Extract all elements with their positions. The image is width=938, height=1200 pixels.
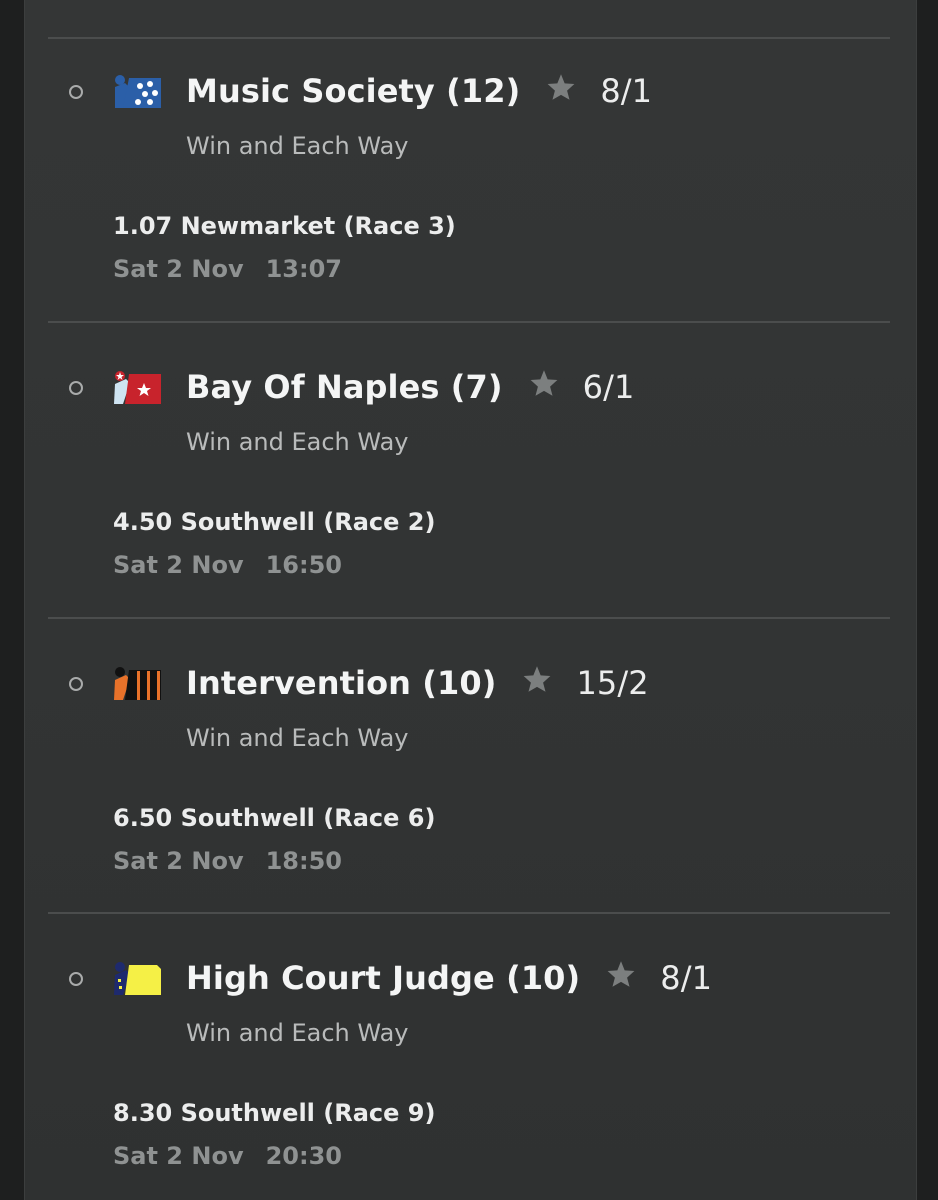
star-icon[interactable] bbox=[529, 367, 559, 405]
jockey-silks-icon bbox=[113, 74, 163, 110]
selection-name-row: Music Society (12) 8/1 bbox=[186, 72, 652, 112]
race-time: 16:50 bbox=[265, 551, 342, 579]
radio-unchecked-icon[interactable] bbox=[69, 972, 83, 986]
race-date: Sat 2 Nov bbox=[113, 1142, 244, 1170]
bet-item[interactable]: Intervention (10) 15/2 Win and Each Way 6… bbox=[0, 592, 938, 882]
bet-item[interactable]: Music Society (12) 8/1 Win and Each Way 1… bbox=[0, 0, 938, 290]
radio-unchecked-icon[interactable] bbox=[69, 677, 83, 691]
star-icon[interactable] bbox=[546, 71, 576, 109]
race-datetime: Sat 2 Nov 16:50 bbox=[113, 551, 342, 579]
odds: 8/1 bbox=[660, 959, 713, 997]
race-name[interactable]: 6.50 Southwell (Race 6) bbox=[113, 804, 435, 832]
app-frame: Music Society (12) 8/1 Win and Each Way 1… bbox=[0, 0, 938, 1200]
star-icon[interactable] bbox=[606, 958, 636, 996]
selection-name-row: High Court Judge (10) 8/1 bbox=[186, 959, 712, 999]
market-name: Win and Each Way bbox=[186, 724, 409, 752]
horse-name: Music Society (12) bbox=[186, 72, 521, 110]
race-name[interactable]: 4.50 Southwell (Race 2) bbox=[113, 508, 435, 536]
market-name: Win and Each Way bbox=[186, 1019, 409, 1047]
jockey-silks-icon bbox=[113, 961, 163, 997]
odds: 15/2 bbox=[576, 664, 649, 702]
race-date: Sat 2 Nov bbox=[113, 847, 244, 875]
bet-item[interactable]: Bay Of Naples (7) 6/1 Win and Each Way 4.… bbox=[0, 296, 938, 586]
race-datetime: Sat 2 Nov 13:07 bbox=[113, 255, 342, 283]
jockey-silks-icon bbox=[113, 666, 163, 702]
race-time: 18:50 bbox=[265, 847, 342, 875]
race-datetime: Sat 2 Nov 20:30 bbox=[113, 1142, 342, 1170]
race-time: 20:30 bbox=[265, 1142, 342, 1170]
radio-unchecked-icon[interactable] bbox=[69, 381, 83, 395]
race-date: Sat 2 Nov bbox=[113, 551, 244, 579]
odds: 6/1 bbox=[582, 368, 635, 406]
market-name: Win and Each Way bbox=[186, 132, 409, 160]
race-time: 13:07 bbox=[265, 255, 342, 283]
horse-name: Intervention (10) bbox=[186, 664, 497, 702]
race-name[interactable]: 1.07 Newmarket (Race 3) bbox=[113, 212, 456, 240]
race-name[interactable]: 8.30 Southwell (Race 9) bbox=[113, 1099, 435, 1127]
market-name: Win and Each Way bbox=[186, 428, 409, 456]
horse-name: Bay Of Naples (7) bbox=[186, 368, 503, 406]
race-datetime: Sat 2 Nov 18:50 bbox=[113, 847, 342, 875]
odds: 8/1 bbox=[600, 72, 653, 110]
radio-unchecked-icon[interactable] bbox=[69, 85, 83, 99]
selection-name-row: Bay Of Naples (7) 6/1 bbox=[186, 368, 634, 408]
selection-name-row: Intervention (10) 15/2 bbox=[186, 664, 649, 704]
jockey-silks-icon bbox=[113, 370, 163, 406]
star-icon[interactable] bbox=[522, 663, 552, 701]
race-date: Sat 2 Nov bbox=[113, 255, 244, 283]
horse-name: High Court Judge (10) bbox=[186, 959, 581, 997]
bet-item[interactable]: High Court Judge (10) 8/1 Win and Each Wa… bbox=[0, 887, 938, 1177]
